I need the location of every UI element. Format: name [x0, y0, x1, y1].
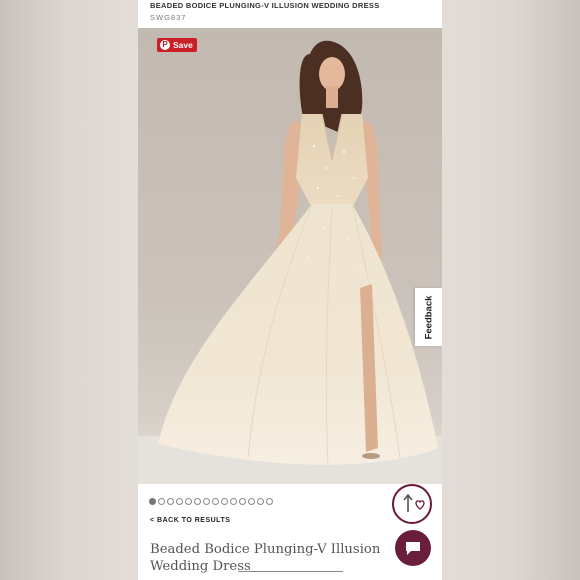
chat-icon [406, 542, 420, 555]
gallery-dot[interactable] [266, 498, 273, 505]
gallery-dot[interactable] [248, 498, 255, 505]
pinterest-icon: P [160, 40, 170, 50]
gallery-dot[interactable] [212, 498, 219, 505]
product-name-line1: Beaded Bodice Plunging-V Illusion [150, 542, 381, 557]
pinterest-save-label: Save [173, 40, 193, 50]
gallery-dot[interactable] [239, 498, 246, 505]
product-sku: SWG837 [150, 13, 187, 22]
product-name: Beaded Bodice Plunging-V Illusion Weddin… [150, 541, 390, 575]
divider [238, 571, 343, 572]
pinterest-save-button[interactable]: P Save [157, 38, 197, 52]
gallery-dot[interactable] [194, 498, 201, 505]
gallery-dot[interactable] [158, 498, 165, 505]
gallery-dot[interactable] [176, 498, 183, 505]
share-wishlist-button[interactable] [392, 484, 432, 524]
dress-illustration [138, 40, 442, 484]
gallery-dot[interactable] [230, 498, 237, 505]
chat-button[interactable] [395, 530, 431, 566]
gallery-dot[interactable] [167, 498, 174, 505]
product-title-caps: BEADED BODICE PLUNGING-V ILLUSION WEDDIN… [150, 1, 380, 10]
gallery-dot[interactable] [203, 498, 210, 505]
feedback-label: Feedback [423, 295, 435, 339]
gallery-dot[interactable] [185, 498, 192, 505]
feedback-tab[interactable]: Feedback [415, 288, 442, 346]
gallery-dot[interactable] [257, 498, 264, 505]
gallery-dot[interactable] [221, 498, 228, 505]
gallery-dot[interactable] [149, 498, 156, 505]
gallery-dots [149, 498, 273, 505]
product-name-line2: Wedding Dress [150, 559, 251, 574]
share-heart-icon [403, 493, 425, 512]
product-page: BEADED BODICE PLUNGING-V ILLUSION WEDDIN… [138, 0, 442, 580]
product-image[interactable]: P Save [138, 28, 442, 484]
product-header: BEADED BODICE PLUNGING-V ILLUSION WEDDIN… [150, 0, 440, 22]
back-to-results-link[interactable]: < BACK TO RESULTS [150, 517, 230, 524]
